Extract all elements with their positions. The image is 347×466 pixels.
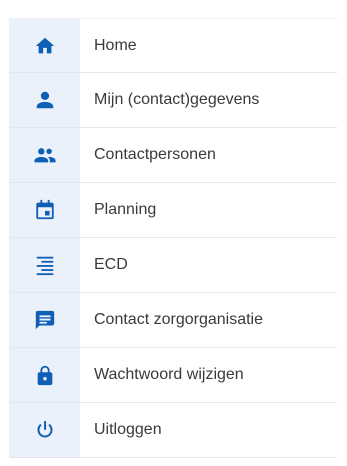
menu-item-logout[interactable]: Uitloggen (9, 403, 337, 458)
menu-item-label: Wachtwoord wijzigen (94, 366, 244, 383)
menu-item-contact-organisation[interactable]: Contact zorgorganisatie (9, 293, 337, 348)
people-icon (9, 128, 80, 182)
person-icon (9, 73, 80, 127)
calendar-icon (9, 183, 80, 237)
menu-item-label: Contact zorgorganisatie (94, 311, 263, 328)
menu-item-planning[interactable]: Planning (9, 183, 337, 238)
home-icon (9, 19, 80, 72)
menu-item-label: Home (94, 36, 137, 54)
side-menu: Home Mijn (contact)gegevens Contactperso… (9, 18, 337, 458)
menu-item-label: Uitloggen (94, 421, 162, 438)
power-icon (9, 403, 80, 457)
menu-item-my-details[interactable]: Mijn (contact)gegevens (9, 73, 337, 128)
menu-item-label: Planning (94, 201, 157, 218)
message-icon (9, 293, 80, 347)
menu-item-label: Mijn (contact)gegevens (94, 91, 260, 108)
menu-item-contacts[interactable]: Contactpersonen (9, 128, 337, 183)
menu-item-ecd[interactable]: ECD (9, 238, 337, 293)
menu-item-home[interactable]: Home (9, 18, 337, 73)
menu-item-label: ECD (94, 256, 128, 273)
menu-item-label: Contactpersonen (94, 146, 216, 163)
menu-item-change-password[interactable]: Wachtwoord wijzigen (9, 348, 337, 403)
lock-icon (9, 348, 80, 402)
list-icon (9, 238, 80, 292)
